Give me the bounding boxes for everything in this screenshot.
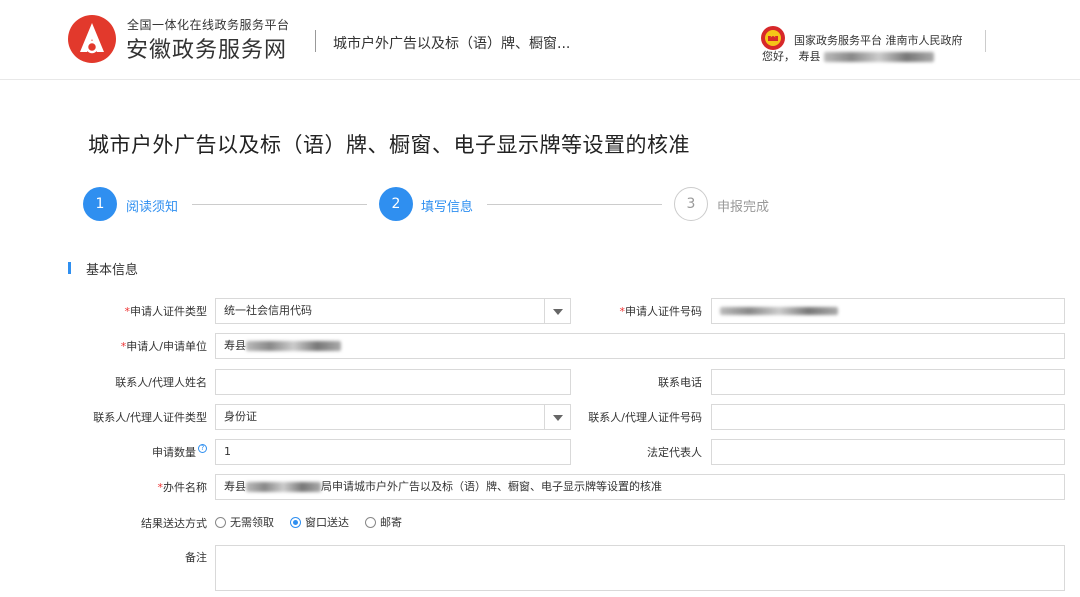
section-marker: [68, 262, 71, 274]
case-name-suffix: 局申请城市户外广告以及标（语）牌、橱窗、电子显示牌等设置的核准: [321, 480, 662, 493]
contact-name-label: 联系人/代理人姓名: [115, 376, 207, 389]
applicant-id-no-redacted: [720, 307, 838, 315]
brand-subtitle: 全国一体化在线政务服务平台: [127, 18, 290, 32]
radio-button[interactable]: [215, 516, 226, 528]
page-title: 城市户外广告以及标（语）牌、橱窗、电子显示牌等设置的核准: [88, 133, 690, 157]
radio-button-checked[interactable]: [290, 516, 301, 528]
brand-title[interactable]: 安徽政务服务网: [126, 32, 287, 64]
contact-name-field[interactable]: [215, 369, 571, 395]
contact-id-no-field[interactable]: [711, 404, 1065, 430]
quantity-field[interactable]: 1: [215, 439, 571, 465]
contact-phone-field[interactable]: [711, 369, 1065, 395]
applicant-id-no-field[interactable]: [711, 298, 1065, 324]
contact-id-no-label: 联系人/代理人证件号码: [588, 411, 702, 424]
applicant-unit-field[interactable]: 寿县: [215, 333, 1065, 359]
header-service-title: 城市户外广告以及标（语）牌、橱窗...: [333, 36, 571, 52]
info-icon[interactable]: ?: [198, 444, 207, 453]
link-city-government[interactable]: 淮南市人民政府: [886, 34, 963, 47]
case-name-label: *办件名称: [157, 481, 208, 494]
step-2-circle: 2: [379, 187, 413, 221]
delivery-label: 结果送达方式: [141, 517, 207, 530]
username-prefix: 寿县: [798, 50, 821, 63]
legal-rep-label: 法定代表人: [647, 446, 702, 459]
step-connector-2: [487, 204, 662, 205]
case-name-prefix: 寿县: [224, 480, 246, 493]
applicant-id-type-value: 统一社会信用代码: [224, 304, 312, 317]
section-title: 基本信息: [86, 263, 139, 278]
radio-button[interactable]: [365, 516, 376, 528]
applicant-unit-redacted: [246, 341, 341, 351]
step-connector-1: [192, 204, 367, 205]
case-name-redacted: [246, 482, 321, 492]
remarks-textarea[interactable]: [215, 545, 1065, 591]
contact-phone-label: 联系电话: [658, 376, 702, 389]
greeting-text: 您好，: [762, 50, 795, 63]
applicant-id-no-label: *申请人证件号码: [619, 305, 703, 318]
applicant-unit-label: *申请人/申请单位: [120, 340, 207, 353]
radio-mail[interactable]: 邮寄: [365, 514, 402, 530]
contact-id-type-label: 联系人/代理人证件类型: [93, 411, 207, 424]
contact-id-type-value: 身份证: [224, 410, 257, 423]
contact-id-type-select[interactable]: 身份证: [215, 404, 571, 430]
username-redacted: [824, 52, 934, 62]
radio-window-delivery[interactable]: 窗口送达: [290, 514, 349, 530]
delivery-radio-group: 无需领取 窗口送达 邮寄: [215, 514, 418, 530]
header-divider: [315, 30, 316, 52]
step-1-circle: 1: [83, 187, 117, 221]
link-national-platform[interactable]: 国家政务服务平台: [794, 34, 882, 47]
applicant-unit-prefix: 寿县: [224, 339, 246, 352]
header-user[interactable]: 您好， 寿县: [762, 48, 934, 64]
legal-rep-field[interactable]: [711, 439, 1065, 465]
anhui-logo-icon[interactable]: [67, 14, 117, 64]
step-1-label: 阅读须知: [126, 200, 179, 215]
step-2-label: 填写信息: [421, 200, 474, 215]
remarks-label: 备注: [185, 551, 207, 564]
quantity-label: 申请数量?: [67, 444, 207, 460]
applicant-id-type-label: *申请人证件类型: [124, 305, 208, 318]
step-3-label: 申报完成: [717, 200, 770, 215]
header-links: 国家政务服务平台 淮南市人民政府: [794, 32, 963, 48]
applicant-id-type-select[interactable]: 统一社会信用代码: [215, 298, 571, 324]
site-header: 全国一体化在线政务服务平台 安徽政务服务网 城市户外广告以及标（语）牌、橱窗..…: [0, 0, 1080, 80]
header-separator: [985, 30, 986, 52]
step-3-circle: 3: [674, 187, 708, 221]
case-name-field[interactable]: 寿县 局申请城市户外广告以及标（语）牌、橱窗、电子显示牌等设置的核准: [215, 474, 1065, 500]
radio-no-pickup[interactable]: 无需领取: [215, 514, 274, 530]
